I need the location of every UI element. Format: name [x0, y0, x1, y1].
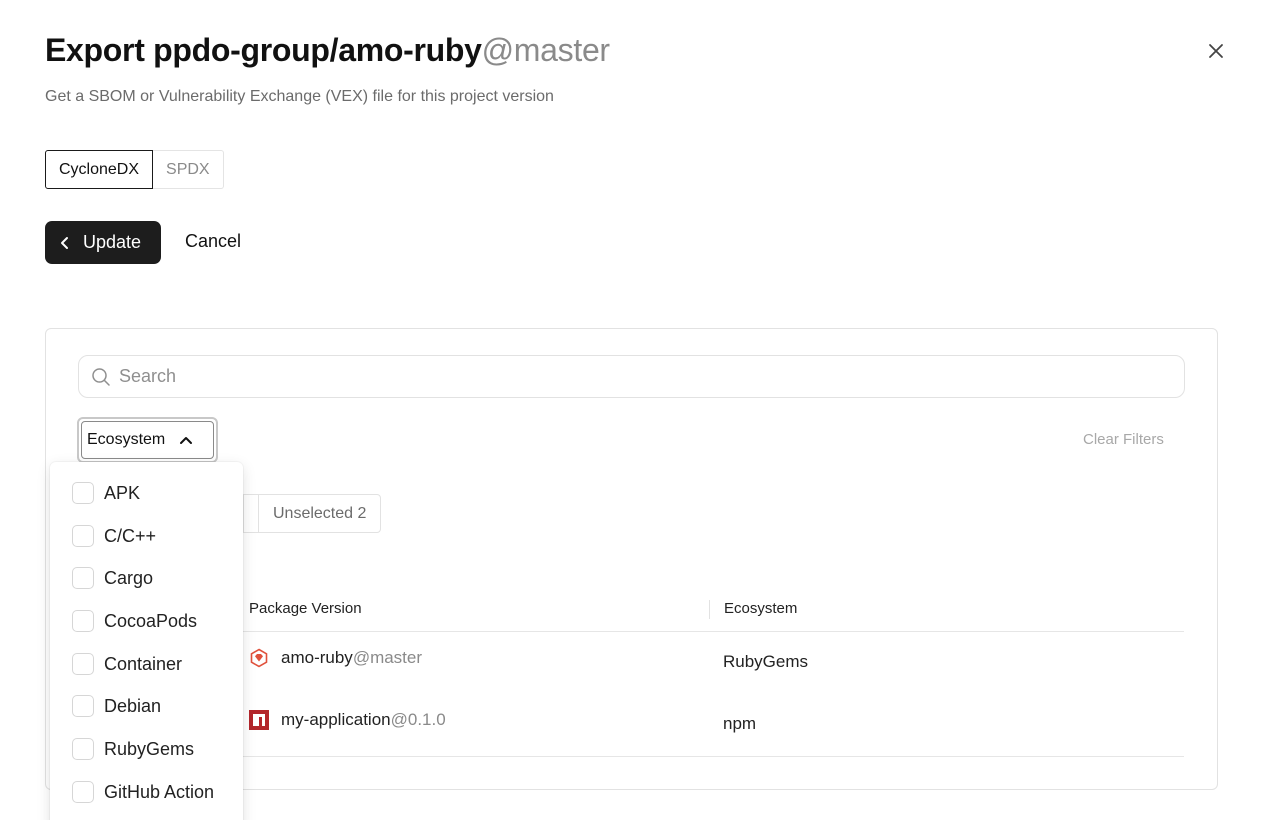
- ecosystem-option-cocoapods[interactable]: CocoaPods: [72, 610, 197, 632]
- table-cell-ecosystem: npm: [723, 714, 757, 733]
- title-suffix: @master: [481, 32, 610, 68]
- package-version: @0.1.0: [390, 710, 446, 729]
- ecosystem-option-cpp[interactable]: C/C++: [72, 525, 156, 547]
- checkbox[interactable]: [72, 781, 94, 803]
- tab-selected[interactable]: [243, 494, 258, 533]
- page-subtitle: Get a SBOM or Vulnerability Exchange (VE…: [45, 88, 554, 105]
- checkbox[interactable]: [72, 482, 94, 504]
- table-bottom-divider: [243, 756, 1184, 757]
- option-label: APK: [104, 482, 141, 503]
- ecosystem-option-container[interactable]: Container: [72, 653, 182, 675]
- page-title: Export ppdo-group/amo-ruby@master: [45, 32, 610, 69]
- ecosystem-option-github-action[interactable]: GitHub Action: [72, 781, 214, 803]
- tab-cyclonedx[interactable]: CycloneDX: [45, 150, 154, 189]
- option-label: Debian: [104, 695, 162, 716]
- clear-filters-button[interactable]: Clear Filters: [1083, 431, 1164, 448]
- ecosystem-filter-button[interactable]: Ecosystem: [77, 417, 218, 463]
- package-name: amo-ruby: [281, 648, 353, 667]
- close-button[interactable]: [1203, 38, 1229, 64]
- format-tabs: CycloneDX SPDX: [45, 150, 224, 189]
- option-label: RubyGems: [104, 738, 195, 759]
- option-label: CocoaPods: [104, 610, 198, 631]
- package-name: my-application: [281, 710, 391, 729]
- checkbox[interactable]: [72, 610, 94, 632]
- checkbox[interactable]: [72, 738, 94, 760]
- option-label: Container: [104, 653, 183, 674]
- checkbox[interactable]: [72, 525, 94, 547]
- table-row[interactable]: my-application@0.1.0: [249, 710, 446, 730]
- header-divider: [243, 631, 1184, 632]
- option-label: Cargo: [104, 567, 154, 588]
- checkbox[interactable]: [72, 653, 94, 675]
- update-button[interactable]: Update: [45, 221, 161, 264]
- search-input[interactable]: Search: [78, 355, 1185, 398]
- tab-unselected[interactable]: Unselected 2: [258, 494, 382, 533]
- checkbox[interactable]: [72, 695, 94, 717]
- search-placeholder: Search: [119, 366, 177, 386]
- ecosystem-option-apk[interactable]: APK: [72, 482, 140, 504]
- ecosystem-dropdown: APK C/C++ Cargo CocoaPods Container Debi…: [50, 462, 243, 820]
- tab-spdx[interactable]: SPDX: [153, 150, 224, 189]
- selection-tabs: Unselected 2: [243, 494, 382, 533]
- package-version: @master: [352, 648, 423, 667]
- column-header-ecosystem[interactable]: Ecosystem: [724, 600, 797, 617]
- chevron-left-icon: [61, 236, 68, 249]
- ecosystem-option-debian[interactable]: Debian: [72, 695, 161, 717]
- table-row[interactable]: amo-ruby@master: [249, 648, 422, 668]
- update-label: Update: [83, 232, 142, 252]
- table-cell-ecosystem: RubyGems: [723, 652, 809, 671]
- rubygems-icon: [250, 648, 268, 668]
- ecosystem-filter-label: Ecosystem: [87, 431, 166, 448]
- chevron-up-icon: [180, 437, 193, 444]
- cancel-button[interactable]: Cancel: [185, 231, 241, 252]
- npm-icon: [249, 710, 269, 730]
- search-icon: [92, 367, 110, 386]
- option-label: C/C++: [104, 525, 157, 546]
- ecosystem-option-rubygems[interactable]: RubyGems: [72, 738, 194, 760]
- ecosystem-option-cargo[interactable]: Cargo: [72, 567, 153, 589]
- checkbox[interactable]: [72, 567, 94, 589]
- column-header-package-version[interactable]: Package Version: [249, 600, 362, 617]
- close-icon: [1209, 44, 1223, 58]
- title-main: Export ppdo-group/amo-ruby: [45, 32, 482, 68]
- option-label: GitHub Action: [104, 781, 215, 802]
- column-divider: [709, 600, 710, 619]
